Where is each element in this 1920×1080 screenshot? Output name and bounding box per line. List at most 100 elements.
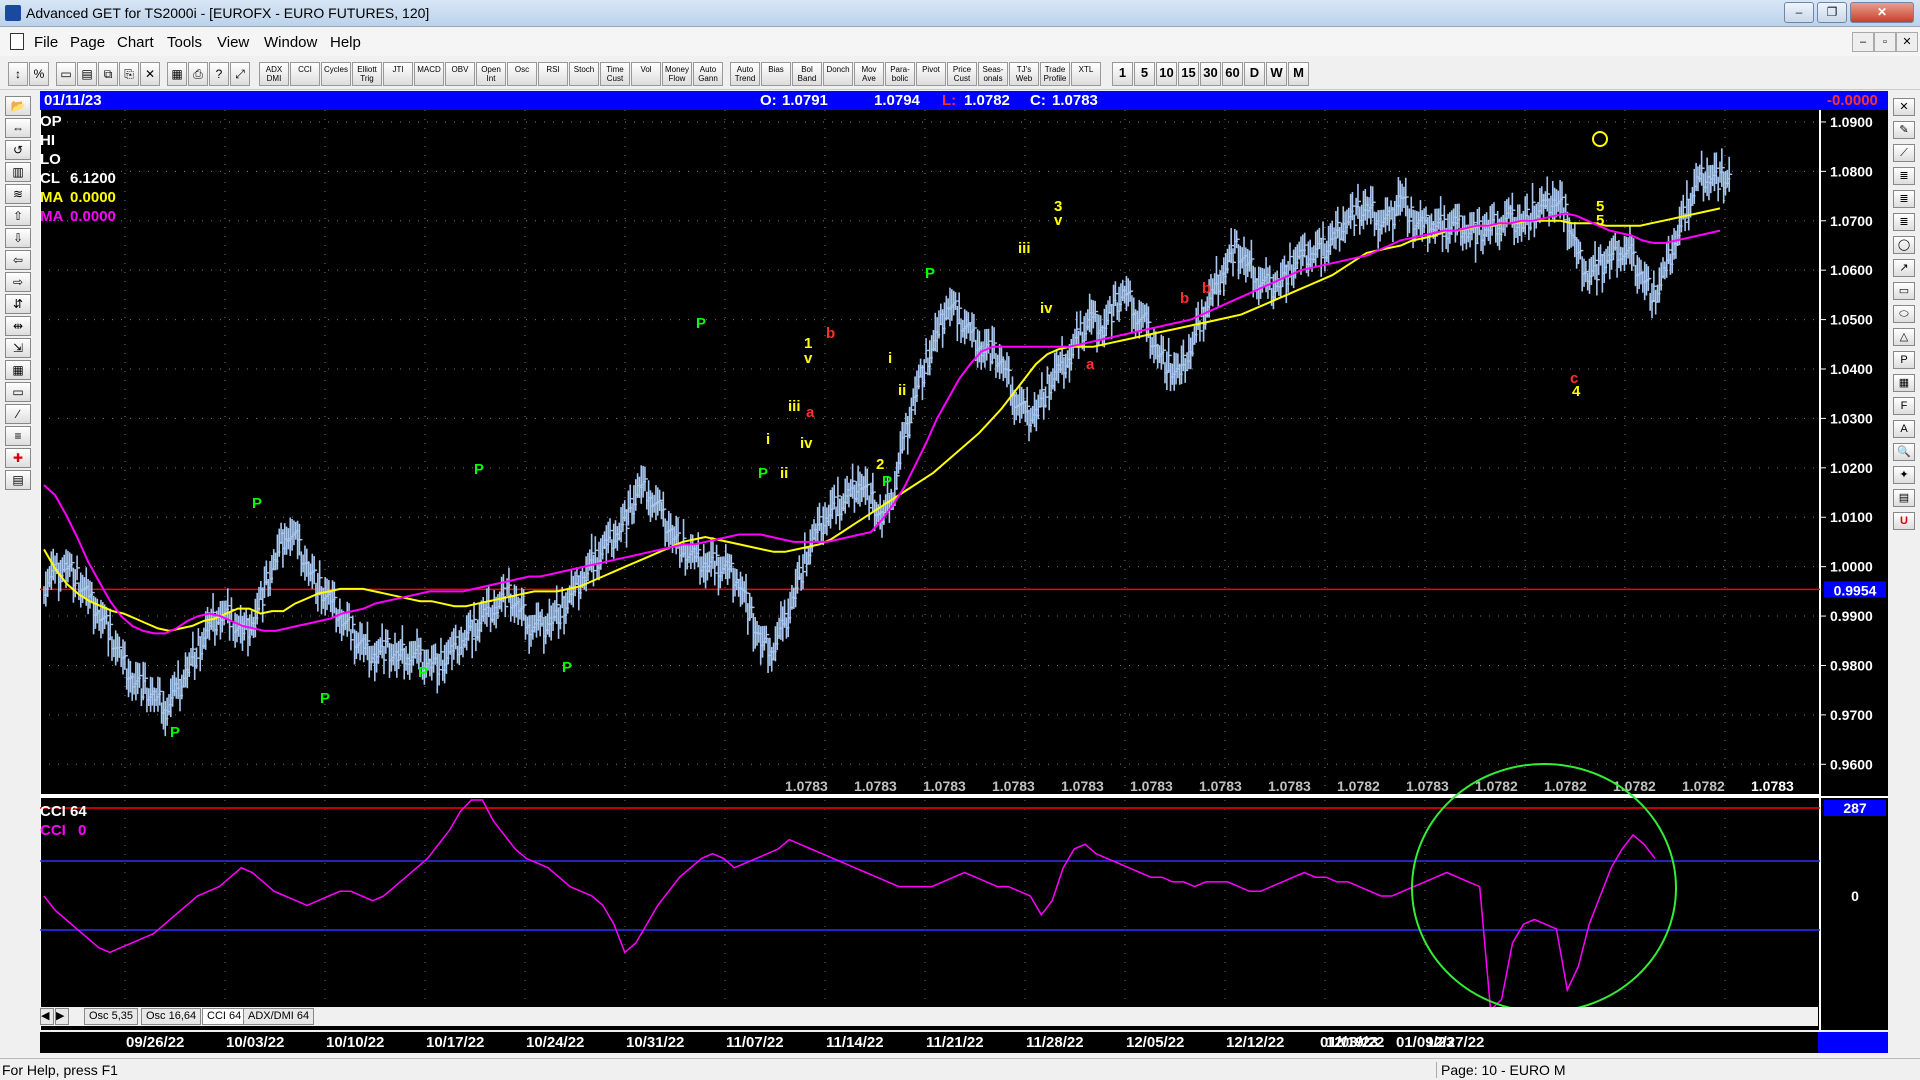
chart-area[interactable]: 1.0900 1.0800 1.0700 1.0600 1.0500 1.0400 1.03… xyxy=(40,110,1888,1030)
compress-tool-icon[interactable]: ⇲ xyxy=(5,338,31,358)
text-draw-icon[interactable]: A xyxy=(1893,420,1915,438)
study-button-price-cust[interactable]: Price Cust xyxy=(947,62,977,86)
pti-draw-icon[interactable]: P xyxy=(1893,351,1915,369)
interval-button-5[interactable]: 5 xyxy=(1134,62,1155,86)
study-button-cci[interactable]: CCI xyxy=(290,62,320,86)
print-icon[interactable]: ⎙ xyxy=(188,62,208,86)
u-draw-icon[interactable]: U xyxy=(1893,512,1915,530)
circle-draw-icon[interactable]: ◯ xyxy=(1893,236,1915,254)
minimize-button[interactable]: – xyxy=(1784,2,1814,23)
close-draw-icon[interactable]: ✕ xyxy=(1893,98,1915,116)
percent-icon[interactable]: % xyxy=(29,62,49,86)
mdi-minimize-button[interactable]: – xyxy=(1852,32,1874,52)
study-button-open-int[interactable]: Open Int xyxy=(476,62,506,86)
study-button-obv[interactable]: OBV xyxy=(445,62,475,86)
open-tool-icon[interactable]: 📂 xyxy=(5,96,31,116)
help-icon[interactable]: ? xyxy=(209,62,229,86)
pointer-help-icon[interactable]: ⤢ xyxy=(230,62,250,86)
interval-button-10[interactable]: 10 xyxy=(1156,62,1177,86)
study-button-time-cust[interactable]: Time Cust xyxy=(600,62,630,86)
arrow-draw-icon[interactable]: ↗ xyxy=(1893,259,1915,277)
study-button-bias[interactable]: Bias xyxy=(761,62,791,86)
stack-draw-icon[interactable]: ▤ xyxy=(1893,489,1915,507)
study-button-donch[interactable]: Donch xyxy=(823,62,853,86)
up-tool-icon[interactable]: ⇧ xyxy=(5,206,31,226)
study-button-elliott-trig[interactable]: Elliott Trig xyxy=(352,62,382,86)
arrow-icon[interactable]: ↕ xyxy=(8,62,28,86)
tab-scroll-left[interactable]: ◀ xyxy=(40,1008,54,1025)
box-draw-icon[interactable]: ▭ xyxy=(1893,282,1915,300)
fib-ret-draw-icon[interactable]: ≣ xyxy=(1893,167,1915,185)
scale-tool-icon[interactable]: ⇵ xyxy=(5,294,31,314)
study-button-jti[interactable]: JTI xyxy=(383,62,413,86)
menu-help[interactable]: Help xyxy=(330,34,361,51)
tab-osc-16-64[interactable]: Osc 16,64 xyxy=(141,1008,202,1025)
study-button-auto-gann[interactable]: Auto Gann xyxy=(693,62,723,86)
fib-time-draw-icon[interactable]: ≣ xyxy=(1893,213,1915,231)
delete-icon[interactable]: ✕ xyxy=(140,62,160,86)
fib-tool-icon[interactable]: ≡ xyxy=(5,426,31,446)
zoom-tool-icon[interactable]: ⇔ xyxy=(5,118,31,138)
study-button-bol-band[interactable]: Bol Band xyxy=(792,62,822,86)
gann-tool-icon[interactable]: ∕ xyxy=(5,404,31,424)
close-button[interactable]: ✕ xyxy=(1850,2,1914,23)
study-button-macd[interactable]: MACD xyxy=(414,62,444,86)
cursor-tool-icon[interactable]: ✚ xyxy=(5,448,31,468)
study-button-rsi[interactable]: RSI xyxy=(538,62,568,86)
study-button-vol[interactable]: Vol xyxy=(631,62,661,86)
reset-tool-icon[interactable]: ↺ xyxy=(5,140,31,160)
properties-tool-icon[interactable]: ▤ xyxy=(5,470,31,490)
study-button-pivot[interactable]: Pivot xyxy=(916,62,946,86)
study-button-stoch[interactable]: Stoch xyxy=(569,62,599,86)
mdi-restore-button[interactable]: ▫ xyxy=(1874,32,1896,52)
interval-button-d[interactable]: D xyxy=(1244,62,1265,86)
elliott-tool-icon[interactable]: ≋ xyxy=(5,184,31,204)
ruler-draw-icon[interactable]: ⟋ xyxy=(1893,144,1915,162)
study-button-mov-ave[interactable]: Mov Ave xyxy=(854,62,884,86)
left-tool-icon[interactable]: ⇦ xyxy=(5,250,31,270)
expand-tool-icon[interactable]: ⇹ xyxy=(5,316,31,336)
menu-chart[interactable]: Chart xyxy=(117,34,154,51)
menu-file[interactable]: File xyxy=(34,34,58,51)
study-button-trade-profile[interactable]: Trade Profile xyxy=(1040,62,1070,86)
pen-draw-icon[interactable]: ✎ xyxy=(1893,121,1915,139)
copy-icon[interactable]: ⧉ xyxy=(98,62,118,86)
interval-button-m[interactable]: M xyxy=(1288,62,1309,86)
tab-adx-dmi-64[interactable]: ADX/DMI 64 xyxy=(243,1008,315,1025)
interval-button-1[interactable]: 1 xyxy=(1112,62,1133,86)
study-button-para-bolic[interactable]: Para-bolic xyxy=(885,62,915,86)
menu-view[interactable]: View xyxy=(217,34,249,51)
zoom-draw-icon[interactable]: 🔍 xyxy=(1893,443,1915,461)
template-tool-icon[interactable]: ▦ xyxy=(5,360,31,380)
study-button-cycles[interactable]: Cycles xyxy=(321,62,351,86)
interval-button-30[interactable]: 30 xyxy=(1200,62,1221,86)
triangle-draw-icon[interactable]: △ xyxy=(1893,328,1915,346)
ellipse-draw-icon[interactable]: ⬭ xyxy=(1893,305,1915,323)
study-button-money-flow[interactable]: Money Flow xyxy=(662,62,692,86)
study-button-seas-onals[interactable]: Seas-onals xyxy=(978,62,1008,86)
tab-osc-5-35[interactable]: Osc 5,35 xyxy=(84,1008,139,1025)
mdi-close-button[interactable]: ✕ xyxy=(1896,32,1918,52)
grid-draw-icon[interactable]: ▦ xyxy=(1893,374,1915,392)
grid-icon[interactable]: ▦ xyxy=(167,62,187,86)
fib-ext-draw-icon[interactable]: ≣ xyxy=(1893,190,1915,208)
fob-draw-icon[interactable]: F xyxy=(1893,397,1915,415)
menu-tools[interactable]: Tools xyxy=(167,34,202,51)
interval-button-w[interactable]: W xyxy=(1266,62,1287,86)
menu-page[interactable]: Page xyxy=(70,34,105,51)
tab-cci-64[interactable]: CCI 64 xyxy=(202,1008,247,1025)
study-tool-icon[interactable]: ▥ xyxy=(5,162,31,182)
maximize-button[interactable]: ❐ xyxy=(1817,2,1847,23)
print-setup-icon[interactable]: ▤ xyxy=(77,62,97,86)
paste-icon[interactable]: ⎘ xyxy=(119,62,139,86)
interval-button-15[interactable]: 15 xyxy=(1178,62,1199,86)
right-tool-icon[interactable]: ⇨ xyxy=(5,272,31,292)
study-button-xtl[interactable]: XTL xyxy=(1071,62,1101,86)
menu-window[interactable]: Window xyxy=(264,34,317,51)
study-button-osc[interactable]: Osc xyxy=(507,62,537,86)
tab-scroll-right[interactable]: ▶ xyxy=(55,1008,69,1025)
lines-tool-icon[interactable]: ▭ xyxy=(5,382,31,402)
study-button-auto-trend[interactable]: Auto Trend xyxy=(730,62,760,86)
page-icon[interactable]: ▭ xyxy=(56,62,76,86)
interval-button-60[interactable]: 60 xyxy=(1222,62,1243,86)
